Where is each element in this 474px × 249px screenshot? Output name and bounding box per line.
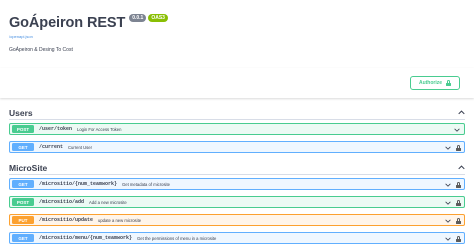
version-badge: 0.0.1 [129, 14, 147, 22]
api-description: GoÁpeiron & Desing To Cost [9, 47, 73, 53]
operation-summary: Current User [68, 144, 92, 150]
oas-badge: OAS3 [148, 14, 168, 22]
lock-icon[interactable] [456, 145, 461, 151]
operation-path: /micrositio/menu/{num_teamwork} [39, 235, 133, 241]
api-info: GoÁpeiron REST 0.0.1 OAS3 /openapi.json … [9, 13, 168, 53]
method-badge: POST [12, 198, 34, 206]
method-badge: PUT [12, 216, 34, 224]
operation-put-micrositio-update[interactable]: PUT /micrositio/update update a new micr… [9, 214, 465, 226]
operation-get-micrositio-menu[interactable]: GET /micrositio/menu/{num_teamwork} Get … [9, 232, 465, 244]
operation-summary: Login For Access Token [77, 126, 122, 132]
tag-section-users: Users POST /user/token Login For Access … [9, 106, 465, 153]
tag-header-users[interactable]: Users [9, 106, 465, 120]
authorize-label: Authorize [418, 80, 443, 86]
tag-section-microsite: MicroSite GET /micrositio/{num_teamwork}… [9, 161, 465, 244]
operation-controls [444, 181, 461, 189]
method-badge: POST [12, 125, 34, 133]
operation-path: /user/token [39, 126, 73, 132]
lock-icon [446, 80, 452, 86]
tag-name: Users [9, 107, 33, 118]
lock-icon[interactable] [456, 236, 461, 242]
chevron-down-icon[interactable] [444, 144, 452, 152]
lock-icon[interactable] [456, 218, 461, 224]
authorize-button[interactable]: Authorize [410, 76, 460, 90]
chevron-down-icon[interactable] [444, 217, 452, 225]
operation-controls [444, 235, 461, 243]
chevron-up-icon[interactable] [457, 164, 465, 172]
chevron-down-icon[interactable] [444, 181, 452, 189]
operation-summary: Add a new microsite [89, 199, 127, 205]
chevron-down-icon[interactable] [444, 199, 452, 207]
operation-get-current[interactable]: GET /current Current User [9, 141, 465, 153]
tag-name: MicroSite [9, 162, 48, 173]
title-row: GoÁpeiron REST 0.0.1 OAS3 [9, 13, 168, 33]
operation-summary: Get the permissions of menu in a microsi… [137, 235, 217, 241]
operation-post-micrositio-add[interactable]: POST /micrositio/add Add a new microsite [9, 196, 465, 208]
openapi-spec-link[interactable]: /openapi.json [9, 34, 168, 39]
operation-get-micrositio[interactable]: GET /micrositio/{num_teamwork} Get metad… [9, 178, 465, 190]
operation-summary: Get metadata of microsite [122, 181, 170, 187]
scheme-container: Authorize [0, 68, 474, 98]
method-badge: GET [12, 180, 34, 188]
operation-controls [444, 144, 461, 152]
operation-path: /micrositio/add [39, 199, 85, 205]
chevron-up-icon[interactable] [457, 109, 465, 117]
tag-header-microsite[interactable]: MicroSite [9, 161, 465, 175]
operation-controls [444, 199, 461, 207]
operation-summary: update a new microsite [98, 217, 142, 223]
chevron-down-icon[interactable] [444, 235, 452, 243]
api-title: GoÁpeiron REST [9, 15, 126, 31]
operation-controls [453, 126, 461, 134]
method-badge: GET [12, 234, 34, 242]
chevron-down-icon[interactable] [453, 126, 461, 134]
operation-post-user-token[interactable]: POST /user/token Login For Access Token [9, 123, 465, 135]
method-badge: GET [12, 143, 34, 151]
operation-path: /micrositio/{num_teamwork} [39, 181, 118, 187]
operation-path: /current [39, 144, 64, 150]
operation-controls [444, 217, 461, 225]
lock-icon[interactable] [456, 182, 461, 188]
lock-icon[interactable] [456, 200, 461, 206]
operation-path: /micrositio/update [39, 217, 94, 223]
